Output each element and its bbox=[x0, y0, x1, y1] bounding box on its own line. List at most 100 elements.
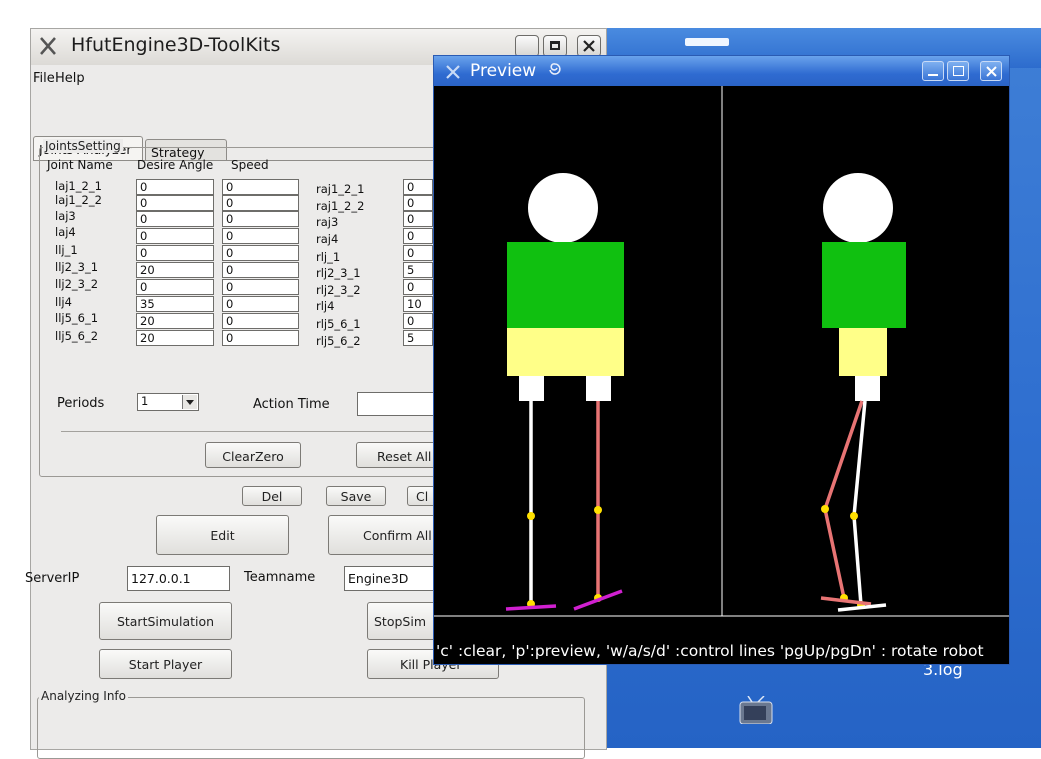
left-joint-angle-input[interactable]: 0 bbox=[136, 245, 214, 261]
right-joint-angle-input[interactable]: 0 bbox=[403, 179, 433, 195]
right-knee-joint bbox=[594, 506, 602, 514]
save-button[interactable]: Save bbox=[326, 486, 386, 506]
left-joint-name: laj3 bbox=[55, 209, 76, 223]
server-ip-input[interactable]: 127.0.0.1 bbox=[127, 566, 230, 591]
preview-hint-text: 'c' :clear, 'p':preview, 'w/a/s/d' :cont… bbox=[436, 642, 984, 660]
left-joint-angle-input[interactable]: 20 bbox=[136, 313, 214, 329]
maximize-icon bbox=[550, 41, 560, 50]
right-joint-angle-input[interactable]: 5 bbox=[403, 330, 433, 346]
clear-zero-button[interactable]: ClearZero bbox=[205, 442, 301, 468]
preview-app-icon bbox=[446, 65, 460, 79]
left-joint-speed-input[interactable]: 0 bbox=[222, 179, 299, 195]
robot-left-thigh-block bbox=[519, 376, 544, 401]
right-joint-name: rlj_1 bbox=[316, 250, 341, 264]
left-knee-joint bbox=[850, 512, 858, 520]
left-joint-name: llj5_6_2 bbox=[55, 329, 99, 343]
window-title: HfutEngine3D-ToolKits bbox=[71, 34, 281, 56]
left-joint-speed-input[interactable]: 0 bbox=[222, 211, 299, 227]
preview-title: Preview bbox=[470, 61, 537, 81]
menu-file[interactable]: File bbox=[33, 71, 55, 86]
divider bbox=[61, 431, 461, 432]
robot-right-thigh-block bbox=[586, 376, 611, 401]
start-player-button[interactable]: Start Player bbox=[99, 649, 232, 679]
right-joint-angle-input[interactable]: 0 bbox=[403, 195, 433, 211]
left-joint-angle-input[interactable]: 0 bbox=[136, 179, 214, 195]
right-joint-name: raj1_2_1 bbox=[316, 182, 365, 196]
periods-select[interactable]: 1 bbox=[137, 393, 199, 411]
preview-close-button[interactable] bbox=[980, 61, 1002, 81]
left-joint-speed-input[interactable]: 0 bbox=[222, 262, 299, 278]
start-simulation-button[interactable]: StartSimulation bbox=[99, 602, 232, 640]
preview-titlebar[interactable]: Preview bbox=[434, 56, 1009, 86]
chevron-down-icon bbox=[186, 400, 194, 405]
robot-left-leg bbox=[852, 400, 867, 606]
preview-window: Preview 'c':clear, 'p':preview, 'w/a/s/… bbox=[433, 55, 1010, 665]
left-joint-angle-input[interactable]: 0 bbox=[136, 211, 214, 227]
left-joint-speed-input[interactable]: 0 bbox=[222, 279, 299, 295]
right-joint-name: rlj4 bbox=[316, 299, 335, 313]
left-joint-angle-input[interactable]: 20 bbox=[136, 262, 214, 278]
header-joint-name: Joint Name bbox=[47, 158, 113, 172]
dropdown-button[interactable] bbox=[182, 395, 197, 409]
left-joint-name: llj_1 bbox=[55, 243, 78, 257]
left-joint-speed-input[interactable]: 0 bbox=[222, 313, 299, 329]
left-joint-angle-input[interactable]: 0 bbox=[136, 195, 214, 211]
right-joint-angle-input[interactable]: 5 bbox=[403, 262, 433, 278]
right-joint-angle-input[interactable]: 0 bbox=[403, 245, 433, 261]
left-joint-speed-input[interactable]: 0 bbox=[222, 296, 299, 312]
left-joint-angle-input[interactable]: 0 bbox=[136, 279, 214, 295]
close-button[interactable] bbox=[577, 35, 601, 57]
left-joint-speed-input[interactable]: 0 bbox=[222, 228, 299, 244]
right-joint-angle-input[interactable]: 10 bbox=[403, 296, 433, 312]
preview-maximize-button[interactable] bbox=[947, 61, 969, 81]
left-joint-name: llj2_3_1 bbox=[55, 260, 99, 274]
left-joint-angle-input[interactable]: 35 bbox=[136, 296, 214, 312]
left-joint-name: laj1_2_1 bbox=[55, 179, 102, 193]
header-desire-angle: Desire Angle bbox=[137, 158, 214, 172]
robot-torso bbox=[507, 242, 624, 328]
menu-help[interactable]: Help bbox=[55, 71, 85, 86]
periods-value: 1 bbox=[141, 394, 149, 408]
preview-minimize-button[interactable] bbox=[922, 61, 944, 81]
left-joint-name: llj2_3_2 bbox=[55, 277, 99, 291]
left-joint-angle-input[interactable]: 0 bbox=[136, 228, 214, 244]
left-joint-speed-input[interactable]: 0 bbox=[222, 245, 299, 261]
left-joint-speed-input[interactable]: 0 bbox=[222, 330, 299, 346]
right-joint-name: rlj5_6_1 bbox=[316, 317, 361, 331]
swirl-icon bbox=[549, 63, 561, 75]
tv-icon[interactable] bbox=[738, 696, 774, 724]
teamname-label: Teamname bbox=[244, 570, 316, 585]
analyzing-info-group bbox=[37, 697, 585, 759]
minimize-icon bbox=[928, 74, 938, 76]
action-time-label: Action Time bbox=[253, 397, 330, 412]
right-joint-name: rlj2_3_1 bbox=[316, 266, 361, 280]
edit-button[interactable]: Edit bbox=[156, 515, 289, 555]
robot-hip bbox=[507, 328, 624, 376]
right-joint-angle-input[interactable]: 0 bbox=[403, 211, 433, 227]
left-joint-name: llj4 bbox=[55, 295, 72, 309]
left-joint-name: laj1_2_2 bbox=[55, 193, 102, 207]
robot-head bbox=[528, 173, 598, 243]
left-joint-name: llj5_6_1 bbox=[55, 311, 99, 325]
periods-label: Periods bbox=[57, 396, 105, 411]
close-icon bbox=[986, 66, 997, 77]
left-knee-joint bbox=[527, 512, 535, 520]
maximize-button[interactable] bbox=[543, 35, 567, 57]
right-joint-angle-input[interactable]: 0 bbox=[403, 279, 433, 295]
robot-head bbox=[823, 173, 893, 243]
server-ip-label: ServerIP bbox=[25, 571, 80, 586]
del-button[interactable]: Del bbox=[242, 486, 302, 506]
minimize-button[interactable] bbox=[515, 35, 539, 57]
joints-setting-title: JointsSetting bbox=[43, 139, 123, 153]
close-icon bbox=[583, 40, 595, 52]
right-joint-angle-input[interactable]: 0 bbox=[403, 228, 433, 244]
left-foot bbox=[505, 604, 557, 611]
preview-canvas[interactable] bbox=[434, 86, 1009, 664]
left-joint-angle-input[interactable]: 20 bbox=[136, 330, 214, 346]
right-joint-name: raj3 bbox=[316, 215, 339, 229]
right-joint-angle-input[interactable]: 0 bbox=[403, 313, 433, 329]
window-app-icon bbox=[40, 37, 56, 55]
robot-hip bbox=[839, 328, 887, 376]
left-joint-speed-input[interactable]: 0 bbox=[222, 195, 299, 211]
taskbar-thumbnail bbox=[685, 38, 729, 46]
